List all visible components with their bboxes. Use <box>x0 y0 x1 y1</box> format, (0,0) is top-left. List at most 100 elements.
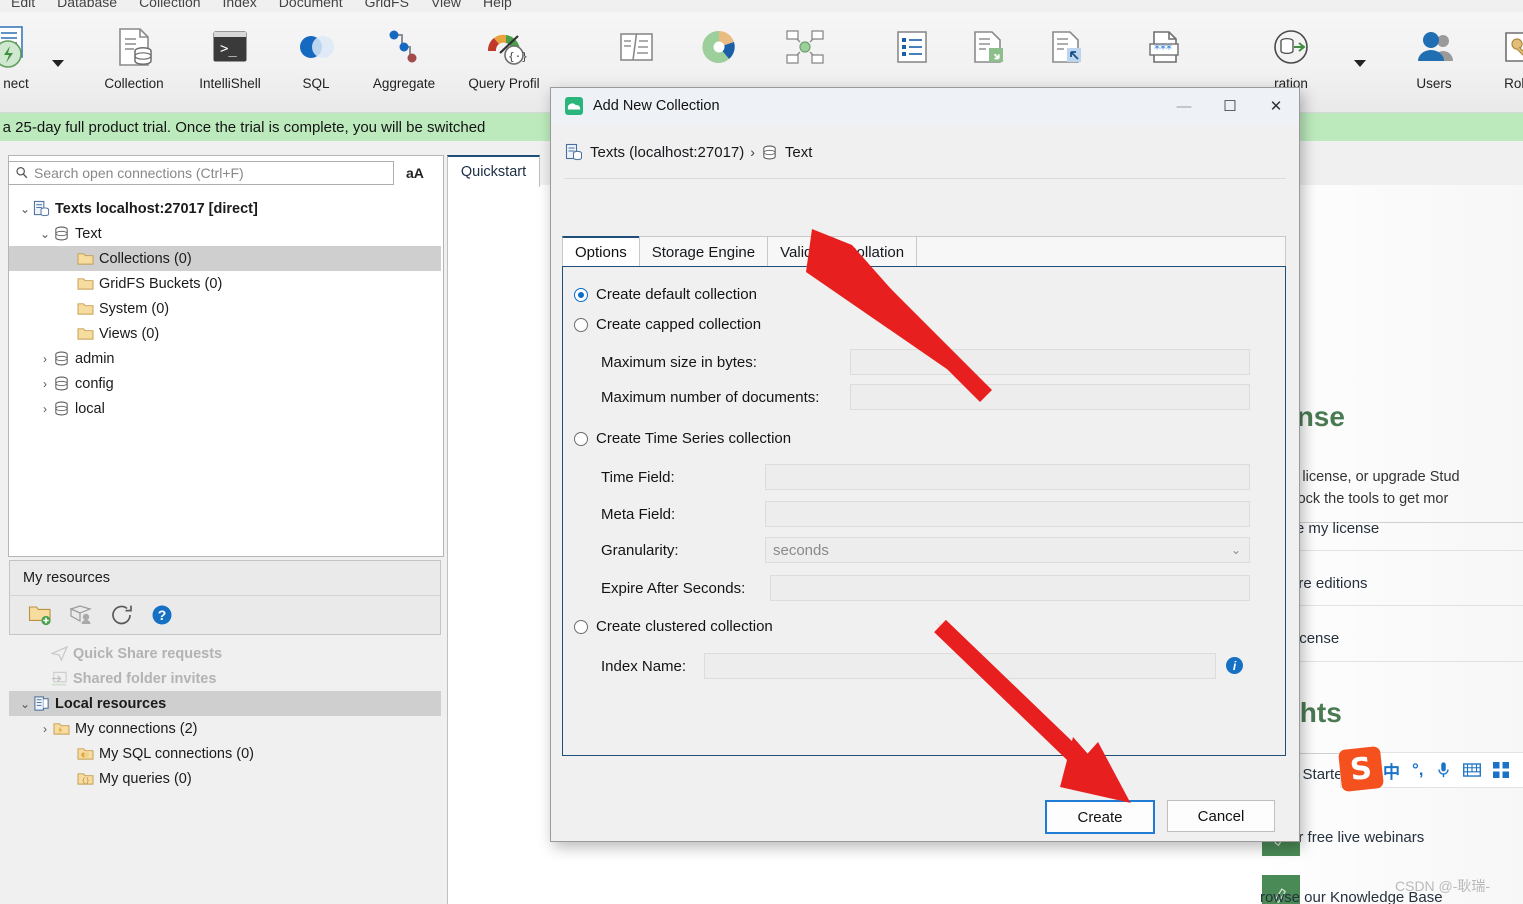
microphone-icon[interactable] <box>1436 761 1451 779</box>
menu-item-index[interactable]: Index <box>212 0 268 10</box>
ribbon-button-migration[interactable]: ration <box>1245 20 1337 91</box>
svg-text:***: *** <box>1154 42 1172 56</box>
tree-node-local[interactable]: › local <box>9 396 441 421</box>
ribbon-button-password-file[interactable]: *** <box>1118 20 1210 74</box>
folder-icon <box>77 253 94 265</box>
max-docs-input[interactable] <box>850 384 1250 410</box>
close-icon[interactable]: ✕ <box>1253 88 1299 124</box>
menu-item-database[interactable]: Database <box>46 0 128 10</box>
dialog-title-text: Add New Collection <box>593 98 720 114</box>
tree-node-views[interactable]: Views (0) <box>9 321 441 346</box>
chevron-down-icon[interactable]: ⌄ <box>17 697 33 711</box>
tree-node-admin[interactable]: › admin <box>9 346 441 371</box>
chevron-down-icon[interactable]: ⌄ <box>17 202 33 216</box>
share-folder-icon[interactable] <box>69 604 93 626</box>
folder-icon <box>77 303 94 315</box>
dialog-tab-validation[interactable]: Valida <box>767 236 833 267</box>
radio-create-clustered-collection[interactable]: Create clustered collection <box>574 618 773 635</box>
expire-after-input[interactable] <box>770 575 1250 601</box>
chevron-right-icon[interactable]: › <box>37 402 53 416</box>
toolbox-icon[interactable] <box>1492 762 1509 778</box>
dialog-tab-collation[interactable]: Collation <box>832 236 917 267</box>
ribbon-button-collection[interactable]: Collection <box>88 20 180 91</box>
tree-node-texts-localhost[interactable]: ⌄ Texts localhost:27017 [direct] <box>9 196 441 221</box>
search-icon <box>16 166 28 179</box>
ribbon-button-users[interactable]: Users <box>1388 20 1480 91</box>
chevron-right-icon[interactable]: › <box>37 377 53 391</box>
help-icon[interactable]: ? <box>151 604 173 626</box>
ribbon-button-roles[interactable]: Role <box>1472 20 1523 91</box>
chevron-down-icon[interactable]: ⌄ <box>1231 543 1241 557</box>
ribbon-button-aggregate[interactable]: Aggregate <box>358 20 450 91</box>
sogou-logo-icon[interactable]: S <box>1337 745 1385 793</box>
granularity-value: seconds <box>773 541 829 559</box>
chinese-mode-icon[interactable]: 中 <box>1383 758 1400 783</box>
tree-label-system: System (0) <box>99 300 170 317</box>
search-input[interactable]: Search open connections (Ctrl+F) <box>8 161 394 185</box>
tree-node-collections[interactable]: Collections (0) <box>9 246 441 271</box>
menu-item-view[interactable]: View <box>420 0 472 10</box>
radio-indicator-time-series <box>574 431 588 446</box>
create-button[interactable]: Create <box>1045 800 1155 834</box>
tree-node-text-db[interactable]: ⌄ Text <box>9 221 441 246</box>
dialog-tab-options[interactable]: Options <box>562 236 639 267</box>
info-icon[interactable]: i <box>1226 657 1243 674</box>
time-field-input[interactable] <box>765 464 1250 490</box>
studio3t-app-icon <box>565 97 583 115</box>
cancel-button[interactable]: Cancel <box>1167 800 1275 832</box>
meta-field-input[interactable] <box>765 501 1250 527</box>
connect-icon <box>0 20 40 74</box>
chevron-right-icon[interactable]: › <box>37 722 53 736</box>
ribbon-button-export[interactable] <box>1020 20 1112 74</box>
tree-node-my-sql-connections[interactable]: My SQL connections (0) <box>9 741 441 766</box>
dialog-tab-storage-engine[interactable]: Storage Engine <box>638 236 768 267</box>
index-name-input[interactable] <box>704 653 1216 679</box>
aggregate-icon <box>380 20 428 74</box>
tree-node-my-connections[interactable]: › My connections (2) <box>9 716 441 741</box>
granularity-select[interactable]: seconds ⌄ <box>765 537 1250 563</box>
radio-create-capped-collection[interactable]: Create capped collection <box>574 316 761 333</box>
refresh-icon[interactable] <box>110 604 134 626</box>
expire-after-label: Expire After Seconds: <box>601 580 746 597</box>
tree-node-gridfs-buckets[interactable]: GridFS Buckets (0) <box>9 271 441 296</box>
keyboard-icon[interactable] <box>1462 763 1481 777</box>
menu-item-collection[interactable]: Collection <box>128 0 211 10</box>
maximize-icon[interactable]: ☐ <box>1207 88 1253 124</box>
ribbon-button-compare[interactable] <box>590 20 682 74</box>
chevron-right-icon[interactable]: › <box>37 352 53 366</box>
tree-node-shared-folder-invites[interactable]: Shared folder invites <box>9 666 441 691</box>
max-size-input[interactable] <box>850 349 1250 375</box>
menu-item-help[interactable]: Help <box>472 0 523 10</box>
radio-create-time-series-collection[interactable]: Create Time Series collection <box>574 430 791 447</box>
punctuation-icon[interactable]: °, <box>1412 760 1424 780</box>
ribbon-button-data-masking[interactable] <box>759 20 851 74</box>
ribbon-button-query-profiler[interactable]: {·} Query Profil <box>458 20 550 91</box>
menu-item-gridfs[interactable]: GridFS <box>354 0 420 10</box>
tree-label-shared-folder-invites: Shared folder invites <box>73 670 217 687</box>
tab-quickstart[interactable]: Quickstart <box>447 155 540 187</box>
connect-dropdown-caret-icon[interactable] <box>52 60 64 67</box>
dialog-titlebar: Add New Collection — ☐ ✕ <box>551 88 1299 124</box>
ribbon-button-sql[interactable]: SQL <box>270 20 362 91</box>
ribbon-button-connect[interactable]: nect <box>0 20 62 91</box>
tree-node-quick-share-requests[interactable]: Quick Share requests <box>9 641 441 666</box>
menu-item-edit[interactable]: Edit <box>0 0 46 10</box>
breadcrumb-database[interactable]: Text <box>785 144 813 161</box>
ribbon-label-aggregate: Aggregate <box>372 76 436 91</box>
breadcrumb-connection[interactable]: Texts (localhost:27017) <box>590 144 744 161</box>
match-case-toggle[interactable]: aA <box>406 165 424 181</box>
tree-node-config[interactable]: › config <box>9 371 441 396</box>
tree-node-my-queries[interactable]: {} My queries (0) <box>9 766 441 791</box>
minimize-icon[interactable]: — <box>1161 88 1207 124</box>
tree-node-local-resources[interactable]: ⌄ Local resources <box>9 691 441 716</box>
ribbon-button-intellishell[interactable]: >_ IntelliShell <box>184 20 276 91</box>
invite-icon <box>51 671 67 686</box>
chevron-down-icon[interactable]: ⌄ <box>37 227 53 241</box>
tree-node-system[interactable]: System (0) <box>9 296 441 321</box>
query-profiler-icon: {·} <box>480 20 528 74</box>
new-folder-icon[interactable] <box>28 604 52 626</box>
ribbon-button-schema-analysis[interactable] <box>673 20 765 74</box>
migration-dropdown-caret-icon[interactable] <box>1354 60 1366 67</box>
menu-item-document[interactable]: Document <box>268 0 354 10</box>
radio-create-default-collection[interactable]: Create default collection <box>574 286 757 303</box>
